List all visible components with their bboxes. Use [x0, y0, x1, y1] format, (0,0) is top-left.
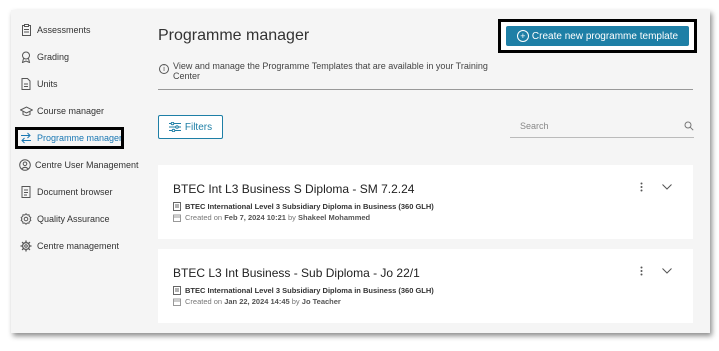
sidebar-item-label: Assessments	[37, 25, 91, 35]
badge-icon	[19, 212, 33, 226]
more-options-icon[interactable]	[635, 179, 647, 195]
card-title: BTEC Int L3 Business S Diploma - SM 7.2.…	[173, 182, 415, 196]
more-options-icon[interactable]	[635, 263, 647, 279]
award-icon	[19, 50, 33, 64]
sidebar-item-centre-user-management[interactable]: Centre User Management	[19, 153, 139, 177]
document-icon	[173, 202, 181, 211]
search-input[interactable]	[518, 118, 682, 134]
app-window: Assessments Grading Units Course manager…	[11, 10, 710, 333]
main-content: Programme manager + Create new programme…	[158, 10, 710, 333]
sidebar-item-label: Course manager	[37, 106, 105, 116]
filters-button[interactable]: Filters	[158, 115, 223, 139]
sidebar-item-label: Centre User Management	[35, 160, 139, 170]
created-date: Jan 22, 2024 14:45	[224, 297, 290, 306]
sidebar-item-units[interactable]: Units	[19, 72, 137, 96]
search-icon[interactable]	[684, 118, 694, 136]
file-icon	[19, 77, 33, 91]
create-programme-template-button[interactable]: + Create new programme template	[506, 26, 689, 46]
card-qualification: BTEC International Level 3 Subsidiary Di…	[173, 202, 434, 211]
sidebar-item-assessments[interactable]: Assessments	[19, 18, 137, 42]
sidebar-item-document-browser[interactable]: Document browser	[19, 180, 137, 204]
sidebar-item-grading[interactable]: Grading	[19, 45, 137, 69]
search-box	[510, 115, 694, 138]
programme-template-card[interactable]: BTEC Int L3 Business S Diploma - SM 7.2.…	[158, 165, 693, 239]
created-prefix: Created on	[185, 213, 223, 222]
qualification-text: BTEC International Level 3 Subsidiary Di…	[185, 202, 434, 211]
info-icon: i	[159, 64, 169, 74]
sidebar-item-label: Centre management	[37, 241, 120, 251]
plus-circle-icon: +	[516, 30, 529, 42]
chevron-down-icon[interactable]	[660, 265, 674, 277]
document-icon	[173, 286, 181, 295]
sidebar-item-quality-assurance[interactable]: Quality Assurance	[19, 207, 137, 231]
sidebar-item-label: Quality Assurance	[37, 214, 110, 224]
card-title: BTEC L3 Int Business - Sub Diploma - Jo …	[173, 266, 420, 280]
created-prefix: Created on	[185, 297, 223, 306]
created-date: Feb 7, 2024 10:21	[224, 213, 286, 222]
filters-label: Filters	[184, 121, 213, 133]
info-text: View and manage the Programme Templates …	[173, 61, 488, 81]
sidebar-item-label: Units	[37, 79, 58, 89]
create-button-label: Create new programme template	[531, 30, 679, 42]
highlight-box	[15, 127, 124, 149]
programme-template-card[interactable]: BTEC L3 Int Business - Sub Diploma - Jo …	[158, 249, 693, 323]
sliders-icon	[168, 122, 181, 132]
calendar-icon	[173, 298, 181, 306]
sidebar-item-centre-management[interactable]: Centre management	[19, 234, 137, 258]
card-qualification: BTEC International Level 3 Subsidiary Di…	[173, 286, 434, 295]
user-circle-icon	[19, 158, 31, 172]
card-created: Created on Feb 7, 2024 10:21 by Shakeel …	[173, 213, 370, 222]
sidebar-item-course-manager[interactable]: Course manager	[19, 99, 137, 123]
created-author: Shakeel Mohammed	[298, 213, 371, 222]
sidebar-item-label: Grading	[37, 52, 70, 62]
clipboard-icon	[19, 23, 33, 37]
created-by: by	[288, 213, 296, 222]
chevron-down-icon[interactable]	[660, 181, 674, 193]
created-author: Jo Teacher	[301, 297, 341, 306]
created-by: by	[291, 297, 300, 306]
page-title: Programme manager	[158, 27, 310, 44]
document-icon	[19, 185, 33, 199]
qualification-text: BTEC International Level 3 Subsidiary Di…	[185, 286, 434, 295]
gear-icon	[19, 239, 33, 253]
sidebar-item-label: Document browser	[37, 187, 113, 197]
info-banner: i View and manage the Programme Template…	[158, 60, 693, 90]
sidebar: Assessments Grading Units Course manager…	[11, 10, 139, 333]
card-created: Created on Jan 22, 2024 14:45 by Jo Teac…	[173, 297, 341, 306]
calendar-icon	[173, 214, 181, 222]
graduation-cap-icon	[19, 104, 33, 118]
